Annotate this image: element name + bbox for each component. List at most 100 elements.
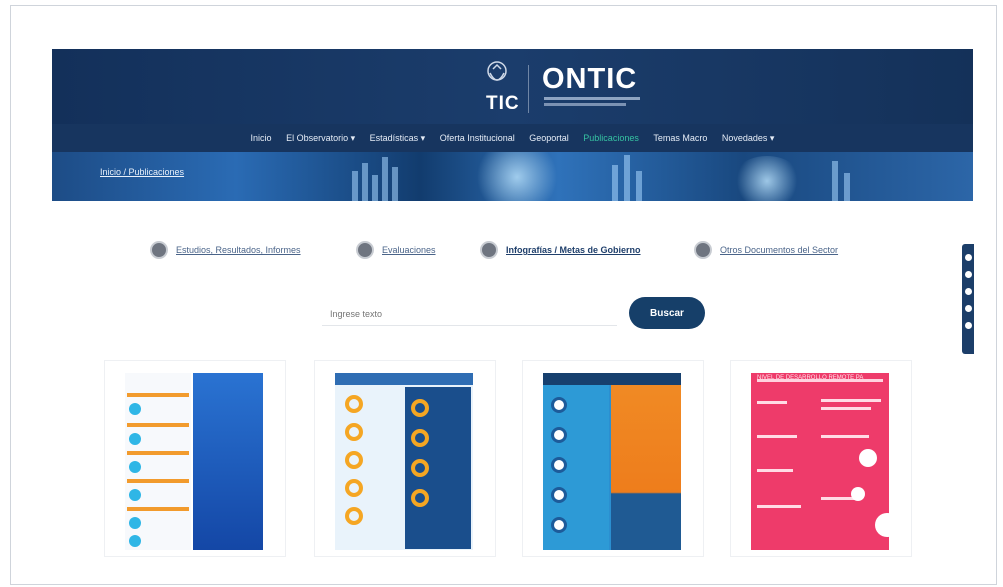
document-icon bbox=[150, 241, 168, 259]
share-icon[interactable] bbox=[964, 305, 972, 312]
tab-label: Otros Documentos del Sector bbox=[720, 245, 839, 255]
infographic-thumbnail[interactable]: NIVEL DE DESARROLLO REMOTE PA bbox=[751, 373, 889, 550]
thumb-dot bbox=[129, 535, 141, 547]
nav-item-inicio[interactable]: Inicio bbox=[251, 127, 272, 149]
tic-logo-text: TIC bbox=[486, 93, 520, 114]
main-nav: Inicio El Observatorio ▾ Estadísticas ▾ … bbox=[52, 127, 973, 149]
person-icon bbox=[859, 449, 877, 467]
thumb-ring bbox=[411, 489, 429, 507]
thumb-ring bbox=[345, 423, 363, 441]
infographic-card[interactable] bbox=[522, 360, 704, 557]
thumb-dot bbox=[129, 517, 141, 529]
thumb-line bbox=[757, 469, 793, 472]
infographic-thumbnail[interactable] bbox=[335, 373, 473, 550]
thumb-line bbox=[757, 435, 797, 438]
hero-banner: Inicio / Publicaciones bbox=[52, 152, 973, 201]
thumb-ring bbox=[551, 487, 567, 503]
nav-item-temas-macro[interactable]: Temas Macro bbox=[653, 127, 707, 149]
banner-bar bbox=[392, 167, 398, 201]
thumb-dot bbox=[129, 461, 141, 473]
thumb-heading: NIVEL DE DESARROLLO REMOTE PA bbox=[757, 375, 864, 381]
thumb-header bbox=[543, 373, 681, 385]
document-icon bbox=[480, 241, 498, 259]
banner-bar bbox=[372, 175, 378, 201]
thumb-band bbox=[127, 451, 189, 455]
document-icon bbox=[694, 241, 712, 259]
thumb-ring bbox=[551, 427, 567, 443]
infographic-thumbnail[interactable] bbox=[543, 373, 681, 550]
share-icon[interactable] bbox=[964, 288, 972, 295]
thumb-line bbox=[821, 435, 869, 438]
site-header: TIC ONTIC Inicio El Observatorio ▾ Estad… bbox=[52, 49, 973, 201]
infographic-card[interactable] bbox=[314, 360, 496, 557]
tab-label: Infografías / Metas de Gobierno bbox=[506, 245, 641, 255]
social-share-bar bbox=[962, 244, 974, 354]
banner-bar bbox=[382, 157, 388, 201]
decor-circle bbox=[875, 513, 889, 537]
thumb-ring bbox=[345, 479, 363, 497]
banner-glow bbox=[732, 156, 802, 201]
nav-item-observatorio[interactable]: El Observatorio ▾ bbox=[286, 127, 355, 149]
logo-tagline bbox=[544, 97, 640, 100]
nav-item-publicaciones[interactable]: Publicaciones bbox=[583, 127, 639, 149]
search-button[interactable]: Buscar bbox=[629, 297, 705, 329]
tab-evaluaciones[interactable]: Evaluaciones bbox=[356, 238, 436, 262]
thumb-line bbox=[757, 505, 801, 508]
thumb-band bbox=[127, 479, 189, 483]
infographic-card[interactable]: NIVEL DE DESARROLLO REMOTE PA bbox=[730, 360, 912, 557]
crest-icon bbox=[487, 61, 507, 81]
document-icon bbox=[356, 241, 374, 259]
logos: TIC ONTIC bbox=[480, 61, 650, 117]
tab-label: Estudios, Resultados, Informes bbox=[176, 245, 301, 255]
thumb-dot bbox=[129, 403, 141, 415]
banner-bar bbox=[832, 161, 838, 201]
tab-otros-documentos[interactable]: Otros Documentos del Sector bbox=[694, 238, 838, 262]
ontic-logo-text[interactable]: ONTIC bbox=[542, 63, 637, 96]
banner-bar bbox=[612, 165, 618, 201]
thumb-ring bbox=[551, 457, 567, 473]
banner-bar bbox=[636, 171, 642, 201]
search-input[interactable] bbox=[322, 302, 617, 326]
breadcrumb[interactable]: Inicio / Publicaciones bbox=[100, 167, 184, 177]
banner-glow bbox=[472, 152, 562, 201]
share-icon[interactable] bbox=[964, 271, 972, 278]
thumb-header bbox=[335, 373, 473, 385]
nav-item-geoportal[interactable]: Geoportal bbox=[529, 127, 569, 149]
thumb-column bbox=[611, 385, 681, 550]
share-icon[interactable] bbox=[964, 322, 972, 329]
thumb-ring bbox=[345, 395, 363, 413]
thumb-ring bbox=[345, 451, 363, 469]
thumb-band bbox=[127, 507, 189, 511]
logo-divider bbox=[528, 65, 529, 113]
share-icon[interactable] bbox=[964, 254, 972, 261]
thumb-line bbox=[821, 407, 871, 410]
banner-bar bbox=[844, 173, 850, 201]
thumb-band bbox=[127, 393, 189, 397]
thumb-ring bbox=[411, 459, 429, 477]
thumb-ring bbox=[551, 517, 567, 533]
thumb-line bbox=[821, 399, 881, 402]
banner-bar bbox=[352, 171, 358, 201]
category-tabs: Estudios, Resultados, Informes Evaluacio… bbox=[150, 238, 870, 264]
thumb-ring bbox=[345, 507, 363, 525]
header-top: TIC ONTIC bbox=[52, 49, 973, 124]
thumb-line bbox=[757, 401, 787, 404]
thumb-dot bbox=[129, 433, 141, 445]
nav-item-estadisticas[interactable]: Estadísticas ▾ bbox=[370, 127, 426, 149]
tab-label: Evaluaciones bbox=[382, 245, 436, 255]
infographic-card[interactable] bbox=[104, 360, 286, 557]
thumb-ring bbox=[411, 429, 429, 447]
thumb-band bbox=[127, 423, 189, 427]
tab-estudios[interactable]: Estudios, Resultados, Informes bbox=[150, 238, 301, 262]
banner-bar bbox=[624, 155, 630, 201]
banner-bar bbox=[362, 163, 368, 201]
logo-tagline-2 bbox=[544, 103, 626, 106]
tab-infografias[interactable]: Infografías / Metas de Gobierno bbox=[480, 238, 641, 262]
thumb-ring bbox=[551, 397, 567, 413]
thumb-column bbox=[193, 373, 263, 550]
infographic-thumbnail[interactable] bbox=[125, 373, 263, 550]
thumb-dot bbox=[129, 489, 141, 501]
thumb-ring bbox=[411, 399, 429, 417]
nav-item-novedades[interactable]: Novedades ▾ bbox=[722, 127, 775, 149]
nav-item-oferta[interactable]: Oferta Institucional bbox=[440, 127, 515, 149]
